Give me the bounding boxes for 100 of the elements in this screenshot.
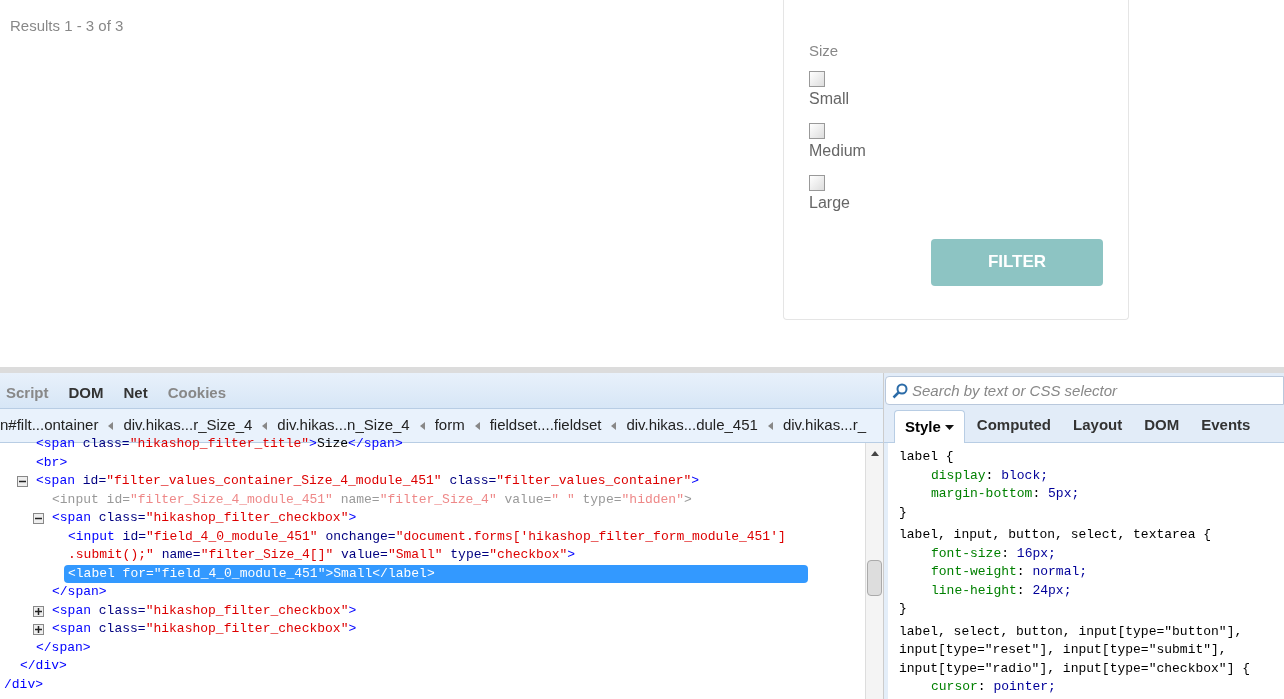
panel-tab[interactable]: Net xyxy=(123,381,148,404)
code-token: > xyxy=(683,491,692,507)
code-token: <input xyxy=(52,491,100,507)
code-token: "Small" xyxy=(387,547,443,562)
code-token: > xyxy=(309,436,317,451)
code-token: > xyxy=(348,602,357,618)
code-token: Size xyxy=(316,436,349,451)
code-token: > xyxy=(348,510,357,525)
tree-line[interactable]: <span class="hikashop_filter_title">Size</span> xyxy=(32,435,407,454)
code-token: "filter_Size_4[]" xyxy=(200,547,334,562)
code-token: class= xyxy=(448,473,497,488)
breadcrumb[interactable]: fieldset....fieldset xyxy=(489,414,602,437)
css-selector: input[type="reset"], input[type="submit"], xyxy=(899,641,1228,659)
tree-line[interactable]: <span class="hikashop_filter_checkbox"> xyxy=(48,509,361,528)
style-tab[interactable]: Events xyxy=(1191,409,1261,442)
separator-icon xyxy=(108,421,114,430)
collapse-icon[interactable] xyxy=(33,513,44,524)
css-colon: : xyxy=(1001,545,1011,561)
css-value: pointer; xyxy=(993,679,1056,694)
expand-icon[interactable] xyxy=(33,605,44,617)
code-token: " " xyxy=(551,491,575,507)
expand-icon[interactable] xyxy=(33,624,44,635)
css-value: 24px; xyxy=(1032,582,1072,598)
code-token: > xyxy=(348,621,357,636)
code-token: "filter_values_container_Size_4_module_451" xyxy=(106,473,442,488)
caret-icon[interactable] xyxy=(944,424,954,430)
separator-icon xyxy=(611,421,617,430)
code-token: value= xyxy=(340,547,388,562)
code-token: <label xyxy=(68,565,116,581)
search-icon xyxy=(892,383,908,399)
css-property: font-weight xyxy=(931,564,1017,579)
code-token: id= xyxy=(122,528,146,544)
breadcrumb[interactable]: div.hikas...r_Size_4 xyxy=(123,414,253,437)
code-token: <span xyxy=(52,510,92,525)
separator-icon xyxy=(767,421,773,430)
code-token: <input xyxy=(68,528,116,544)
breadcrumb[interactable]: div.hikas...n_Size_4 xyxy=(277,414,410,437)
scroll-up-icon[interactable] xyxy=(870,451,879,456)
css-value: 5px; xyxy=(1048,486,1080,501)
style-tab[interactable]: Style xyxy=(894,410,965,443)
css-selector: input[type="radio"], input[type="checkbox"] { xyxy=(899,659,1252,678)
tree-line[interactable]: <span class="hikashop_filter_checkbox"> xyxy=(48,620,361,639)
code-token: /div> xyxy=(4,676,43,692)
code-token: for= xyxy=(122,565,154,581)
code-token: "hikashop_filter_checkbox" xyxy=(145,510,349,525)
search-field[interactable]: Search by text or CSS selector xyxy=(885,376,1284,405)
checkbox[interactable] xyxy=(809,70,825,87)
css-brace: } xyxy=(899,503,908,522)
panel-tab[interactable]: DOM xyxy=(68,381,104,404)
css-value: normal; xyxy=(1032,564,1088,579)
code-token: type= xyxy=(449,547,490,562)
code-token: "filter_Size_4_module_451" xyxy=(130,491,333,507)
css-selector: label, input, button, select, textarea { xyxy=(899,526,1213,544)
results-count: Results 1 - 3 of 3 xyxy=(10,17,124,34)
breadcrumb[interactable]: form xyxy=(434,414,465,437)
breadcrumb[interactable]: div.hikas...dule_451 xyxy=(626,414,758,437)
separator-icon xyxy=(262,421,268,430)
css-property: font-size xyxy=(931,545,1002,561)
code-token: class= xyxy=(82,436,130,451)
code-token: <span xyxy=(36,436,76,451)
code-token: onchange= xyxy=(324,528,396,544)
code-token: class= xyxy=(98,510,146,525)
css-property: margin-bottom xyxy=(931,486,1033,501)
checkbox-label[interactable]: Small xyxy=(809,86,849,111)
css-colon: : xyxy=(1016,564,1026,579)
code-token: value= xyxy=(503,491,552,507)
code-token: "hikashop_filter_title" xyxy=(129,436,310,451)
tree-line[interactable]: <span class="hikashop_filter_checkbox"> xyxy=(48,601,361,620)
code-token: Small xyxy=(333,565,373,581)
collapse-icon[interactable] xyxy=(17,476,28,487)
css-selector: label { xyxy=(899,448,955,466)
scrollbar-thumb[interactable] xyxy=(867,560,882,596)
style-tab[interactable]: Computed xyxy=(966,409,1062,442)
checkbox-label[interactable]: Medium xyxy=(809,138,866,163)
checkbox[interactable] xyxy=(809,174,825,191)
code-token: name= xyxy=(339,491,380,507)
tree-line[interactable]: <br> xyxy=(32,453,72,472)
code-token: > xyxy=(691,473,700,488)
code-token: "filter_Size_4" xyxy=(379,491,497,507)
code-token: id= xyxy=(106,491,130,507)
code-token: </span> xyxy=(36,639,91,655)
separator-icon xyxy=(474,421,480,430)
code-token: </span> xyxy=(52,584,107,599)
scrollbar[interactable] xyxy=(865,443,883,699)
code-token: id= xyxy=(82,473,107,488)
css-colon: : xyxy=(977,679,987,694)
checkbox-label[interactable]: Large xyxy=(809,190,850,215)
code-token: .submit();" xyxy=(68,547,154,562)
checkbox[interactable] xyxy=(809,122,825,139)
css-value: block; xyxy=(1001,467,1049,483)
style-tab[interactable]: Layout xyxy=(1063,409,1133,442)
breadcrumb[interactable]: div.hikas...r_ xyxy=(782,414,866,437)
tree-line[interactable]: <span id="filter_values_container_Size_4_module_451" class="filter_values_container"> xyxy=(32,472,704,491)
code-token: class= xyxy=(98,602,146,618)
tree-line[interactable]: <input id="field_4_0_module_451" onchange="document.forms['hikashop_filter_form_module_451'] xyxy=(64,527,790,546)
style-tab[interactable]: DOM xyxy=(1134,409,1190,442)
breadcrumb[interactable]: n#filt...ontainer xyxy=(0,414,99,437)
code-token: > xyxy=(567,547,576,562)
code-token: </label> xyxy=(372,565,435,581)
css-property: display xyxy=(931,467,986,483)
